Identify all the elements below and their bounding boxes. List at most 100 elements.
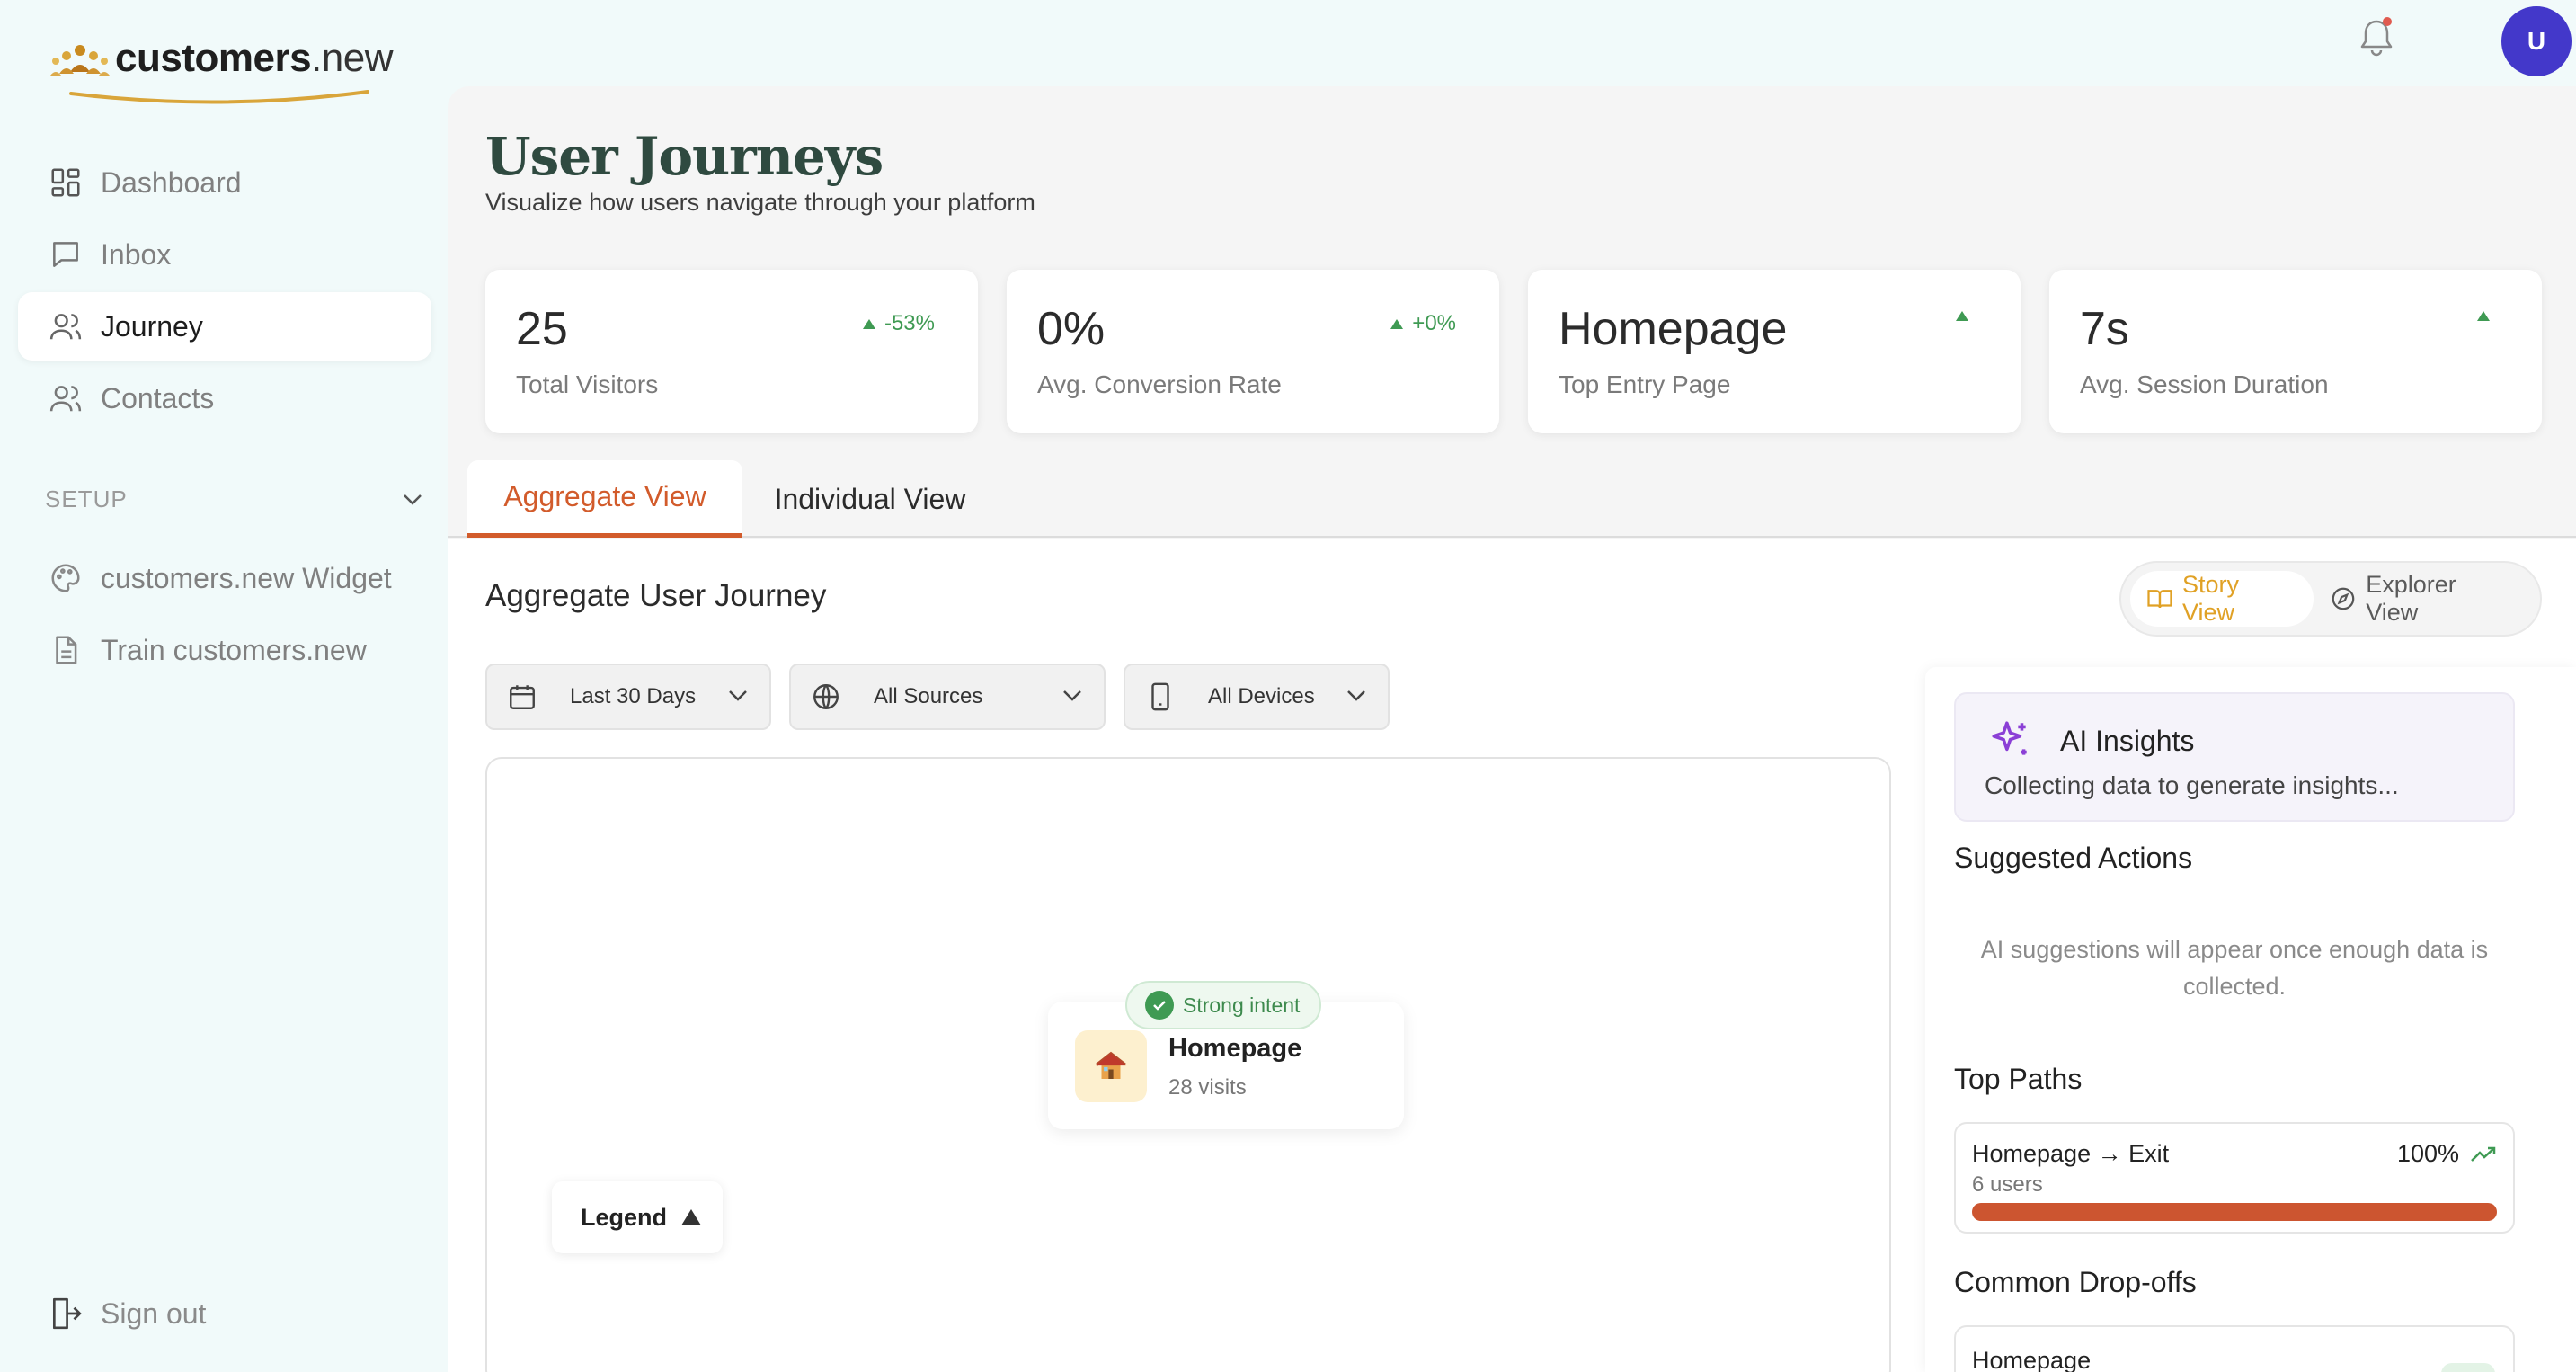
device-filter[interactable]: All Devices — [1124, 664, 1390, 730]
trend-up-icon — [1956, 311, 1968, 321]
sidebar-item-dashboard[interactable]: Dashboard — [18, 148, 431, 217]
brand-name-main: customers — [115, 36, 312, 80]
avatar-initial: U — [2527, 27, 2546, 55]
chevron-down-icon — [729, 690, 747, 701]
sign-out-button[interactable]: Sign out — [49, 1295, 206, 1332]
logo-mark-icon — [50, 45, 110, 76]
filter-label: All Sources — [874, 684, 983, 708]
setup-section-toggle[interactable]: SETUP — [45, 486, 422, 513]
stat-value: 7s — [2080, 303, 2129, 355]
legend-toggle[interactable]: Legend — [552, 1181, 723, 1253]
sidebar: customers.new Dashboard Inbox Journey Co… — [0, 0, 448, 1372]
sidebar-item-label: Train customers.new — [101, 633, 367, 666]
explorer-view-button[interactable]: Explorer View — [2314, 571, 2531, 627]
source-filter[interactable]: All Sources — [789, 664, 1106, 730]
stat-label: Avg. Session Duration — [2080, 370, 2329, 398]
panel-title: Aggregate User Journey — [485, 578, 827, 613]
story-view-label: Story View — [2181, 571, 2239, 626]
chat-bubble-icon — [53, 242, 78, 267]
sidebar-item-train[interactable]: Train customers.new — [18, 616, 431, 684]
stat-change-value: +0% — [1412, 311, 1456, 335]
main-nav: Dashboard Inbox Journey Contacts — [18, 148, 431, 436]
globe-icon — [813, 684, 839, 709]
stat-label: Top Entry Page — [1559, 370, 1731, 398]
stat-label: Avg. Conversion Rate — [1037, 370, 1282, 398]
palette-icon — [51, 564, 80, 592]
suggested-actions-empty: AI suggestions will appear once enough d… — [1980, 936, 2489, 1000]
path-progress-track — [1972, 1203, 2497, 1221]
intent-badge-label: Strong intent — [1183, 993, 1301, 1017]
filter-label: Last 30 Days — [570, 684, 697, 708]
sparkles-icon — [1992, 721, 2027, 755]
house-icon — [1075, 1030, 1147, 1102]
stat-value: 25 — [516, 303, 568, 355]
sidebar-item-label: Dashboard — [101, 165, 242, 199]
chevron-down-icon — [1063, 690, 1081, 701]
drop-off-item[interactable]: Homepage — [1954, 1325, 2515, 1372]
check-circle-icon — [1145, 991, 1174, 1020]
brand-wordmark: customers.new — [115, 36, 393, 81]
stat-change — [2477, 311, 2499, 321]
stat-value: Homepage — [1559, 303, 1788, 355]
node-name: Homepage — [1168, 1034, 1302, 1063]
chevron-down-icon — [404, 494, 422, 505]
drop-off-badge — [2441, 1363, 2495, 1372]
node-visits: 28 visits — [1168, 1075, 1247, 1100]
users-icon — [49, 314, 82, 340]
calendar-icon — [510, 685, 535, 709]
brand-name-suffix: .new — [311, 36, 393, 80]
trend-up-icon — [2477, 311, 2490, 321]
path-percent: 100% — [2397, 1140, 2497, 1168]
drop-offs-title: Common Drop-offs — [1954, 1266, 2197, 1298]
sidebar-item-label: customers.new Widget — [101, 561, 392, 594]
path-progress-fill — [1972, 1203, 2497, 1221]
users-icon — [49, 386, 82, 412]
caret-up-icon — [681, 1209, 702, 1225]
path-users: 6 users — [1972, 1172, 2043, 1197]
sign-out-icon — [52, 1297, 82, 1330]
date-range-filter[interactable]: Last 30 Days — [485, 664, 771, 730]
filter-label: All Devices — [1208, 684, 1315, 708]
stat-change: -53% — [862, 311, 935, 336]
tab-aggregate-view[interactable]: Aggregate View — [467, 460, 742, 538]
sidebar-item-journey[interactable]: Journey — [18, 292, 431, 361]
explorer-view-label: Explorer View — [2366, 571, 2456, 626]
story-view-button[interactable]: Story View — [2130, 571, 2314, 627]
stat-label: Total Visitors — [516, 370, 659, 398]
brand-logo[interactable]: customers.new — [49, 31, 408, 104]
page-subtitle: Visualize how users navigate through you… — [485, 189, 1035, 216]
avatar[interactable]: U — [2501, 6, 2572, 76]
trend-up-icon — [1390, 318, 1404, 329]
stat-card-top-entry-page: Homepage Top Entry Page — [1528, 270, 2021, 433]
path-percent-value: 100% — [2396, 1140, 2459, 1167]
sidebar-item-contacts[interactable]: Contacts — [18, 364, 431, 432]
path-label: Homepage → Exit — [1972, 1140, 2170, 1167]
chevron-down-icon — [1347, 690, 1365, 701]
stat-card-session-duration: 7s Avg. Session Duration — [2049, 270, 2542, 433]
tab-individual-view[interactable]: Individual View — [753, 460, 987, 538]
setup-nav: customers.new Widget Train customers.new — [18, 544, 431, 688]
page-title: User Journeys — [485, 126, 884, 187]
sidebar-item-label: Journey — [101, 309, 203, 343]
setup-label: SETUP — [45, 486, 128, 512]
stat-card-total-visitors: 25 Total Visitors -53% — [485, 270, 978, 433]
notification-bell-icon[interactable] — [2357, 16, 2396, 59]
stat-change-value: -53% — [884, 311, 935, 335]
sidebar-item-label: Inbox — [101, 237, 172, 271]
drop-off-page: Homepage — [1972, 1347, 2092, 1372]
document-icon — [56, 636, 77, 664]
sidebar-item-widget[interactable]: customers.new Widget — [18, 544, 431, 612]
suggested-actions-title: Suggested Actions — [1954, 842, 2193, 874]
sidebar-item-label: Contacts — [101, 381, 215, 414]
sidebar-item-inbox[interactable]: Inbox — [18, 220, 431, 289]
logo-swoosh-icon — [69, 90, 369, 104]
sign-out-label: Sign out — [101, 1296, 207, 1330]
ai-insights-box: AI Insights Collecting data to generate … — [1954, 692, 2515, 822]
top-path-item[interactable]: Homepage → Exit 6 users 100% — [1954, 1122, 2515, 1234]
dashboard-grid-icon — [51, 168, 80, 197]
top-paths-title: Top Paths — [1954, 1063, 2083, 1095]
intent-badge: Strong intent — [1125, 981, 1322, 1029]
stat-change: +0% — [1390, 311, 1456, 336]
legend-label: Legend — [581, 1203, 668, 1231]
trending-up-icon — [2471, 1146, 2496, 1162]
